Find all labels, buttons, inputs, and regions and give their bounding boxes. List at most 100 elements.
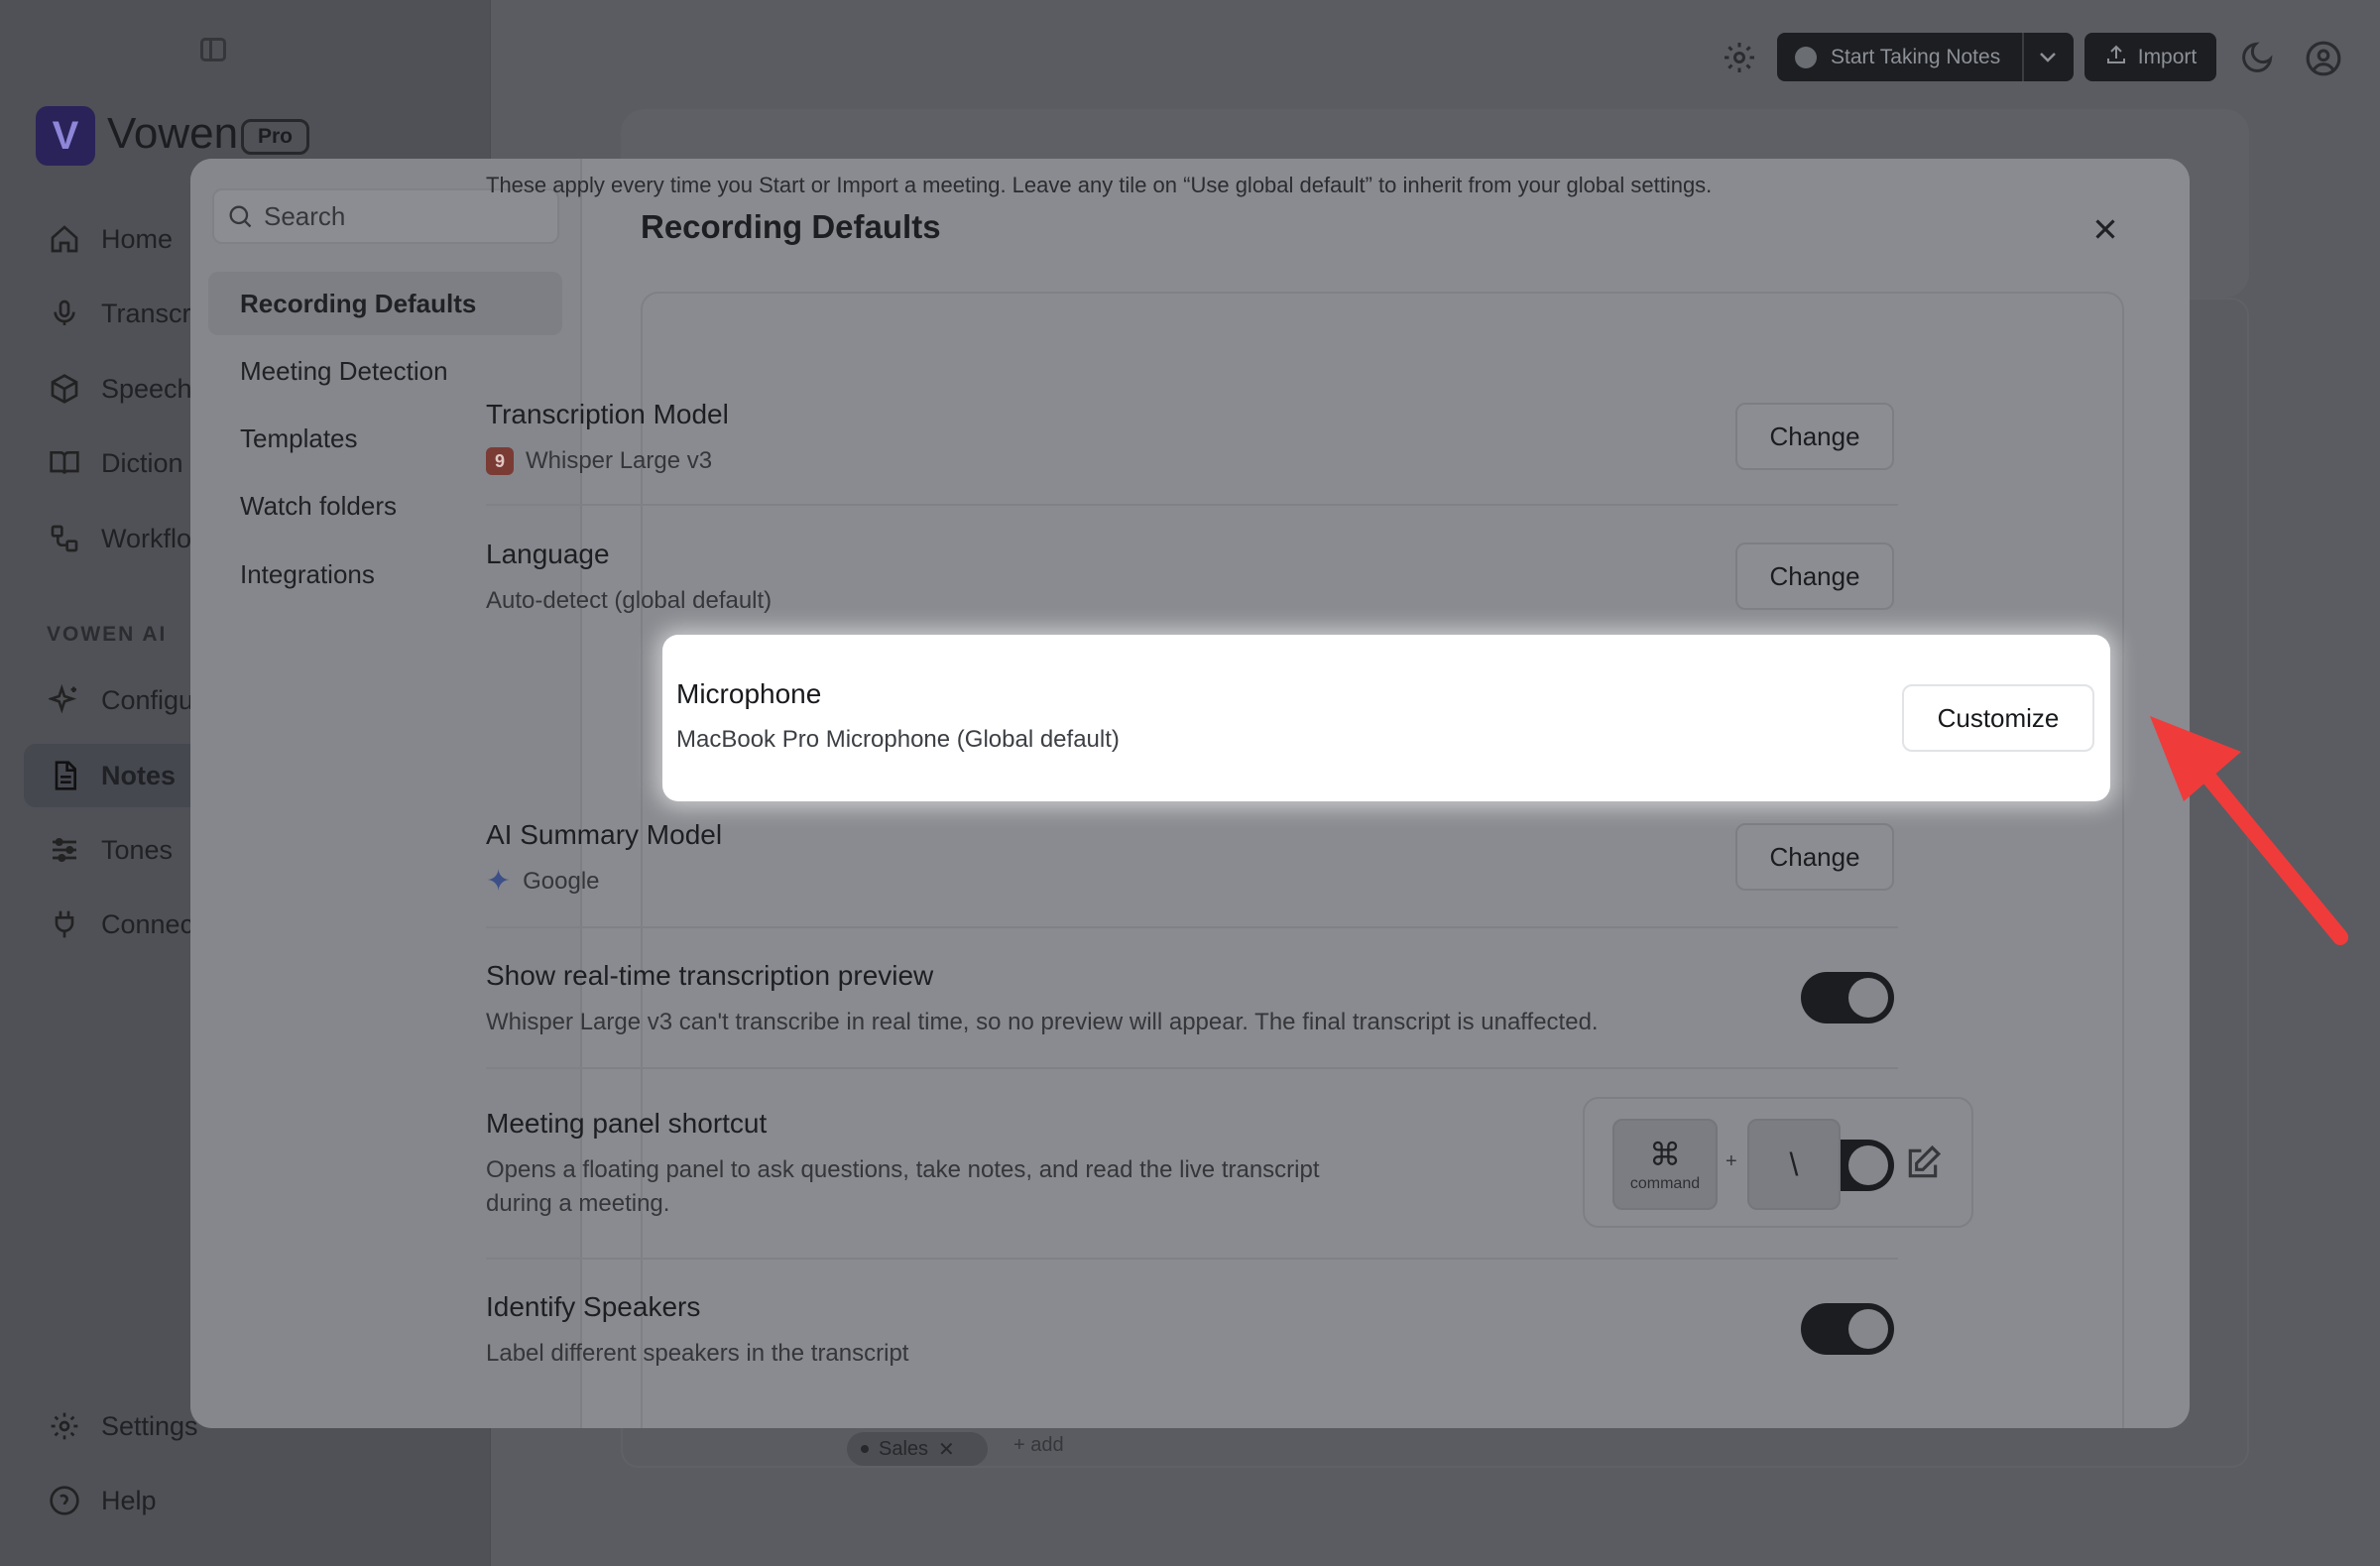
- row-value: Opens a floating panel to ask questions,…: [486, 1156, 1320, 1183]
- microphone-value: MacBook Pro Microphone (Global default): [676, 726, 1120, 753]
- book-icon: [48, 446, 81, 480]
- menu-item-recording-defaults[interactable]: Recording Defaults: [208, 272, 562, 335]
- sidebar-item-label: Workflo: [101, 523, 192, 553]
- command-key-label: command: [1629, 1175, 1701, 1192]
- button-divider: [2022, 33, 2024, 81]
- sidebar-item-workflows[interactable]: Workflo: [48, 519, 191, 558]
- sidebar-item-connections[interactable]: Connec: [48, 904, 193, 944]
- sidebar-item-help[interactable]: Help: [48, 1481, 157, 1520]
- plug-icon: [48, 907, 81, 941]
- gear-icon: [48, 1409, 81, 1443]
- key-plus: +: [1726, 1150, 1737, 1172]
- cube-icon: [48, 372, 81, 406]
- upload-icon: [2104, 43, 2128, 72]
- modal-sidebar: Recording Defaults Meeting Detection Tem…: [190, 159, 582, 1428]
- home-icon: [48, 222, 81, 256]
- row-value: during a meeting.: [486, 1190, 670, 1217]
- sidebar-item-label: Configu: [101, 684, 194, 715]
- model-badge-icon: 9: [486, 447, 514, 475]
- row-title: Identify Speakers: [486, 1291, 701, 1322]
- sidebar-item-configure[interactable]: Configu: [48, 680, 193, 720]
- command-key: ⌘ command: [1612, 1119, 1718, 1210]
- row-value: Whisper Large v3: [526, 447, 713, 474]
- change-summary-model-button[interactable]: Change: [1735, 823, 1894, 891]
- brand-name: Vowen: [107, 109, 239, 158]
- sidebar-item-tones[interactable]: Tones: [48, 830, 173, 870]
- moon-icon[interactable]: [2239, 40, 2275, 75]
- sidebar-item-notes[interactable]: Notes: [48, 756, 176, 795]
- tag-chip[interactable]: Sales ✕: [847, 1432, 988, 1466]
- sidebar-item-label: Connec: [101, 908, 194, 939]
- customize-microphone-button[interactable]: Customize: [1902, 684, 2094, 752]
- sidebar-item-label: Notes: [101, 760, 177, 790]
- close-icon[interactable]: [2088, 212, 2122, 246]
- command-key-symbol: ⌘: [1649, 1137, 1681, 1172]
- start-taking-notes-button[interactable]: Start Taking Notes: [1777, 33, 2074, 81]
- sidebar-item-label: Home: [101, 223, 174, 254]
- change-transcription-model-button[interactable]: Change: [1735, 403, 1894, 470]
- row-value: Whisper Large v3 can't transcribe in rea…: [486, 1009, 1599, 1035]
- shortcut-recorder[interactable]: ⌘ command + \: [1583, 1097, 1973, 1228]
- sidebar-item-label: Help: [101, 1485, 157, 1515]
- google-sparkle-icon: ✦: [486, 865, 512, 898]
- ai-summary-row: AI Summary Model ✦ Google Change: [486, 819, 1894, 899]
- intro-text: These apply every time you Start or Impo…: [486, 173, 1713, 197]
- workflow-icon: [48, 522, 81, 555]
- sliders-icon: [48, 833, 81, 867]
- search-icon: [226, 202, 254, 230]
- plan-badge: Pro: [241, 119, 310, 155]
- sidebar-item-settings[interactable]: Settings: [48, 1406, 198, 1446]
- sidebar-item-label: Diction: [101, 447, 183, 478]
- sidebar-item-speech[interactable]: Speech: [48, 369, 192, 409]
- divider: [486, 1067, 1898, 1069]
- language-row: Language Auto-detect (global default) Ch…: [486, 539, 1894, 618]
- transcription-model-row: Transcription Model 9 Whisper Large v3 C…: [486, 399, 1894, 478]
- document-icon: [48, 759, 81, 792]
- menu-item-meeting-detection[interactable]: Meeting Detection: [208, 339, 562, 403]
- row-title: Language: [486, 539, 610, 569]
- divider: [486, 504, 1898, 506]
- tag-dot-icon: [861, 1445, 869, 1453]
- chevron-down-icon[interactable]: [2036, 45, 2060, 74]
- add-tag-button[interactable]: + add: [1013, 1434, 1064, 1457]
- menu-item-watch-folders[interactable]: Watch folders: [208, 474, 562, 538]
- row-title: AI Summary Model: [486, 819, 723, 850]
- row-title: Show real-time transcription preview: [486, 960, 934, 991]
- row-title: Transcription Model: [486, 399, 729, 429]
- realtime-preview-row: Show real-time transcription preview Whi…: [486, 960, 1894, 1039]
- realtime-preview-toggle[interactable]: [1801, 972, 1894, 1024]
- sidebar-item-label: Speech: [101, 373, 192, 404]
- divider: [486, 926, 1898, 928]
- sparkles-icon: [48, 683, 81, 717]
- row-value: Auto-detect (global default): [486, 587, 773, 614]
- nav-section-label: VOWEN AI: [47, 623, 168, 646]
- start-button-label: Start Taking Notes: [1831, 45, 2001, 68]
- sidebar-item-label: Transcri: [101, 298, 197, 328]
- sidebar-item-home[interactable]: Home: [48, 219, 173, 259]
- row-value: Google: [523, 868, 600, 895]
- sidebar-item-transcribe[interactable]: Transcri: [48, 294, 197, 333]
- change-language-button[interactable]: Change: [1735, 542, 1894, 610]
- red-arrow-icon: [2150, 716, 2348, 945]
- tag-label: Sales: [879, 1437, 929, 1460]
- identify-speakers-toggle[interactable]: [1801, 1303, 1894, 1355]
- import-button[interactable]: Import: [2084, 33, 2216, 81]
- help-icon: [48, 1484, 81, 1517]
- sidebar-item-dictionary[interactable]: Diction: [48, 443, 183, 483]
- vowen-logo-icon: V: [36, 106, 95, 166]
- microphone-row-highlight: [662, 635, 2110, 801]
- search-input[interactable]: [264, 200, 541, 232]
- divider: [486, 1258, 1898, 1260]
- settings-gear-icon[interactable]: [1722, 40, 1757, 75]
- import-button-label: Import: [2137, 45, 2198, 68]
- close-icon[interactable]: ✕: [938, 1437, 955, 1462]
- modal-title: Recording Defaults: [641, 208, 941, 245]
- edit-icon[interactable]: [1904, 1144, 1942, 1182]
- sidebar-toggle-icon[interactable]: [200, 38, 226, 61]
- sidebar-item-label: Tones: [101, 834, 174, 865]
- microphone-title: Microphone: [676, 678, 822, 709]
- record-dot-icon: [1795, 46, 1817, 68]
- user-avatar-icon[interactable]: [2305, 40, 2342, 77]
- sidebar-item-label: Settings: [101, 1410, 198, 1441]
- row-value: Label different speakers in the transcri…: [486, 1340, 909, 1367]
